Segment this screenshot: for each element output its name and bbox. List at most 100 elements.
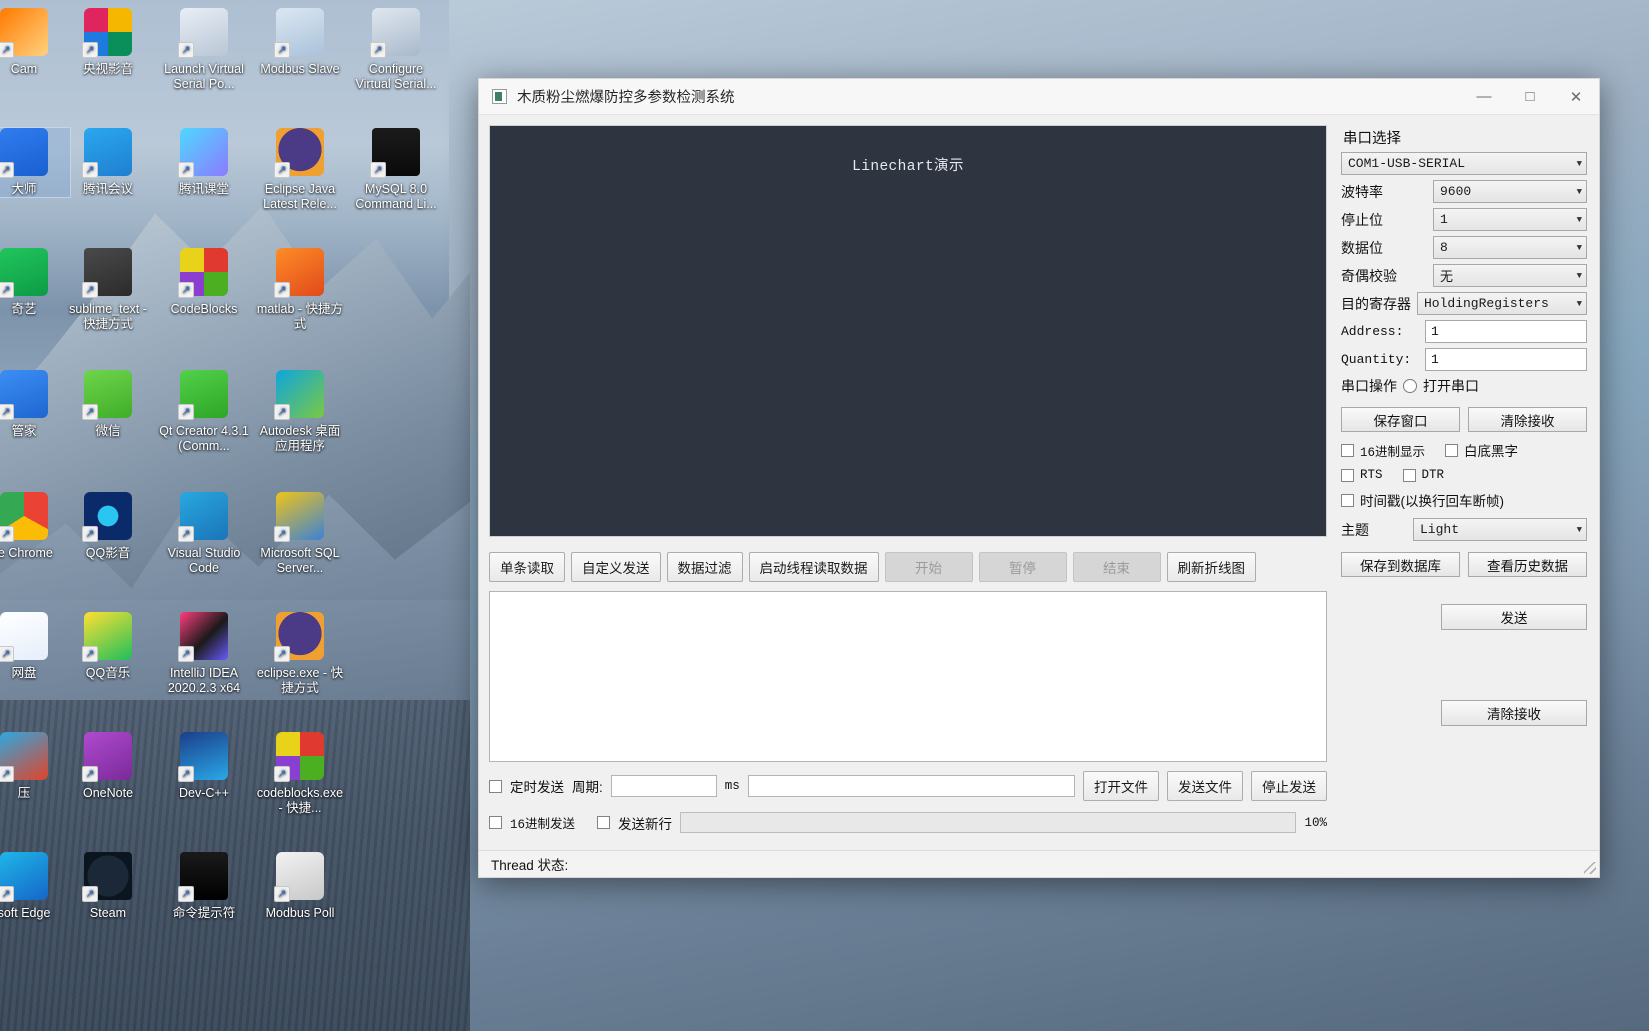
dtr-checkbox[interactable] bbox=[1402, 468, 1416, 482]
maximize-button[interactable]: □ bbox=[1507, 79, 1553, 115]
shortcut-arrow-icon: ↗ bbox=[0, 42, 14, 58]
databits-select[interactable]: 8 ▼ bbox=[1433, 236, 1587, 259]
desktop-icon[interactable]: ↗ codeblocks.exe - 快捷... bbox=[254, 732, 346, 816]
hex-send-checkbox[interactable] bbox=[489, 816, 502, 829]
hex-display-checkbox[interactable] bbox=[1341, 443, 1354, 457]
port-operation-label: 串口操作 bbox=[1341, 378, 1397, 394]
chevron-down-icon: ▼ bbox=[1576, 158, 1582, 169]
desktop-icon[interactable]: ↗ Dev-C++ bbox=[158, 732, 250, 801]
clear-receive-button[interactable]: 清除接收 bbox=[1468, 407, 1587, 432]
side-clear-receive-button[interactable]: 清除接收 bbox=[1441, 700, 1587, 726]
desktop-icon[interactable]: ↗ 央视影音 bbox=[62, 8, 154, 77]
open-port-label: 打开串口 bbox=[1423, 378, 1479, 394]
send-newline-checkbox[interactable] bbox=[597, 816, 611, 829]
desktop-icon[interactable]: ↗ matlab - 快捷方式 bbox=[254, 248, 346, 332]
register-row: 目的寄存器 HoldingRegisters ▼ bbox=[1341, 292, 1587, 315]
period-input[interactable] bbox=[610, 775, 717, 797]
address-input[interactable]: 1 bbox=[1425, 320, 1587, 343]
stop-send-button[interactable]: 停止发送 bbox=[1251, 771, 1327, 801]
send-text-input[interactable] bbox=[747, 775, 1075, 797]
minimize-button[interactable]: — bbox=[1461, 79, 1507, 115]
desktop-icon[interactable]: ↗ Visual Studio Code bbox=[158, 492, 250, 576]
desktop-icon[interactable]: ↗ Steam bbox=[62, 852, 154, 921]
desktop-icon[interactable]: ↗ Modbus Poll bbox=[254, 852, 346, 921]
baud-select[interactable]: 9600 ▼ bbox=[1433, 180, 1587, 203]
port-select[interactable]: COM1-USB-SERIAL ▼ bbox=[1341, 152, 1587, 175]
white-background-checkbox[interactable] bbox=[1445, 443, 1459, 457]
desktop-icon[interactable]: ↗ 网盘 bbox=[0, 612, 70, 681]
desktop-icon-label: 命令提示符 bbox=[172, 906, 236, 920]
send-file-button[interactable]: 发送文件 bbox=[1167, 771, 1243, 801]
desktop-icon[interactable]: ↗ 腾讯课堂 bbox=[158, 128, 250, 197]
receive-textarea[interactable] bbox=[489, 591, 1327, 762]
toolbar-button[interactable]: 数据过滤 bbox=[666, 552, 743, 582]
desktop-icon[interactable]: ↗ CodeBlocks bbox=[158, 248, 250, 317]
desktop-icon[interactable]: ↗ le Chrome bbox=[0, 492, 70, 561]
desktop-icon[interactable]: ↗ 管家 bbox=[0, 370, 70, 439]
progress-percent-label: 10% bbox=[1304, 815, 1327, 830]
resize-grip[interactable] bbox=[1584, 862, 1596, 874]
desktop-icon[interactable]: ↗ Cam bbox=[0, 8, 70, 77]
desktop-icon[interactable]: ↗ 压 bbox=[0, 732, 70, 801]
open-file-button[interactable]: 打开文件 bbox=[1083, 771, 1159, 801]
chevron-down-icon: ▼ bbox=[1576, 242, 1582, 253]
view-history-button[interactable]: 查看历史数据 bbox=[1468, 552, 1587, 577]
desktop-icon-label: OneNote bbox=[82, 786, 134, 800]
desktop-icon[interactable]: ↗ Microsoft SQL Server... bbox=[254, 492, 346, 576]
desktop-icon-label: 微信 bbox=[95, 424, 121, 438]
qt-icon: ↗ bbox=[178, 370, 228, 420]
open-port-radio[interactable] bbox=[1403, 379, 1417, 393]
linechart-panel[interactable]: Linechart演示 bbox=[489, 125, 1327, 537]
eclipse-icon: ↗ bbox=[274, 128, 324, 178]
save-to-database-button[interactable]: 保存到数据库 bbox=[1341, 552, 1460, 577]
cam-icon: ↗ bbox=[0, 8, 48, 58]
toolbar-button[interactable]: 刷新折线图 bbox=[1166, 552, 1256, 582]
serial-settings-panel: 串口选择 COM1-USB-SERIAL ▼ 波特率 9600 ▼ 停止位 1 … bbox=[1337, 115, 1599, 850]
desktop-icon[interactable]: ↗ Eclipse Java Latest Rele... bbox=[254, 128, 346, 212]
desktop-icon[interactable]: ↗ IntelliJ IDEA 2020.2.3 x64 bbox=[158, 612, 250, 696]
desktop-icon[interactable]: ↗ Qt Creator 4.3.1 (Comm... bbox=[158, 370, 250, 454]
toolbar-button[interactable]: 自定义发送 bbox=[571, 552, 661, 582]
desktop-icon[interactable]: ↗ 奇艺 bbox=[0, 248, 70, 317]
stopbits-select[interactable]: 1 ▼ bbox=[1433, 208, 1587, 231]
save-window-button[interactable]: 保存窗口 bbox=[1341, 407, 1460, 432]
parity-row: 奇偶校验 无 ▼ bbox=[1341, 264, 1587, 287]
desktop-icon[interactable]: ↗ MySQL 8.0 Command Li... bbox=[350, 128, 442, 212]
desktop-icon[interactable]: ↗ 腾讯会议 bbox=[62, 128, 154, 197]
desktop-icon[interactable]: ↗ 命令提示符 bbox=[158, 852, 250, 921]
desktop-icon[interactable]: ↗ Autodesk 桌面应用程序 bbox=[254, 370, 346, 454]
desktop-icon-label: Microsoft SQL Server... bbox=[260, 546, 340, 575]
desktop-icon[interactable]: ↗ QQ音乐 bbox=[62, 612, 154, 681]
desktop-icon[interactable]: ↗ eclipse.exe - 快捷方式 bbox=[254, 612, 346, 696]
register-select[interactable]: HoldingRegisters ▼ bbox=[1417, 292, 1587, 315]
desktop-icon[interactable]: ↗ Configure Virtual Serial... bbox=[350, 8, 442, 92]
send-button[interactable]: 发送 bbox=[1441, 604, 1587, 630]
desktop-icon[interactable]: ↗ OneNote bbox=[62, 732, 154, 801]
modbus-poll-icon: ↗ bbox=[274, 852, 324, 902]
close-button[interactable]: ✕ bbox=[1553, 79, 1599, 115]
desktop-icon-label: le Chrome bbox=[0, 546, 53, 560]
theme-select[interactable]: Light ▼ bbox=[1413, 518, 1587, 541]
rts-checkbox[interactable] bbox=[1341, 468, 1354, 482]
desktop-icon[interactable]: ↗ QQ影音 bbox=[62, 492, 154, 561]
timed-send-checkbox[interactable] bbox=[489, 779, 502, 793]
shortcut-arrow-icon: ↗ bbox=[274, 526, 290, 542]
toolbar-button[interactable]: 启动线程读取数据 bbox=[748, 552, 879, 582]
desktop-icon[interactable]: ↗ soft Edge bbox=[0, 852, 70, 921]
window-titlebar[interactable]: 木质粉尘燃爆防控多参数检测系统 — □ ✕ bbox=[479, 79, 1599, 115]
action-button-row: 单条读取 自定义发送 数据过滤 启动线程读取数据 开始 暂停 结束 刷新折线图 bbox=[489, 552, 1327, 582]
port-row: COM1-USB-SERIAL ▼ bbox=[1341, 152, 1587, 175]
desktop-icon[interactable]: ↗ Launch Virtual Serial Po... bbox=[158, 8, 250, 92]
parity-select[interactable]: 无 ▼ bbox=[1433, 264, 1587, 287]
quantity-input[interactable]: 1 bbox=[1425, 348, 1587, 371]
shortcut-arrow-icon: ↗ bbox=[82, 404, 98, 420]
desktop-icon[interactable]: ↗ 微信 bbox=[62, 370, 154, 439]
theme-select-value: Light bbox=[1420, 522, 1460, 537]
desktop-icon[interactable]: ↗ Modbus Slave bbox=[254, 8, 346, 77]
desktop-icon[interactable]: ↗ sublime_text - 快捷方式 bbox=[62, 248, 154, 332]
timestamp-checkbox[interactable] bbox=[1341, 493, 1354, 507]
toolbar-button[interactable]: 单条读取 bbox=[489, 552, 565, 582]
parity-select-value: 无 bbox=[1440, 270, 1454, 285]
desktop-icon[interactable]: ↗ 大师 bbox=[0, 127, 71, 198]
databits-row: 数据位 8 ▼ bbox=[1341, 236, 1587, 259]
